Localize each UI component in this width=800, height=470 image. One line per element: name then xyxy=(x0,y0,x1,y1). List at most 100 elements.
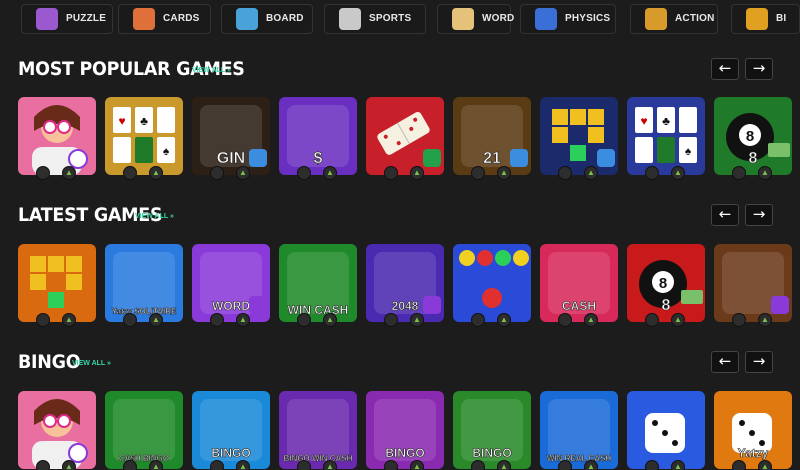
game-thumbnail[interactable] xyxy=(18,97,96,175)
android-icon[interactable]: ▲ xyxy=(62,166,76,180)
game-thumbnail[interactable]: BINGO WIN CASH xyxy=(279,391,357,469)
android-icon[interactable]: ▲ xyxy=(323,460,337,470)
game-thumbnail[interactable]: BINGO xyxy=(453,391,531,469)
android-icon[interactable]: ▲ xyxy=(497,460,511,470)
game-tile[interactable]: BINGO ▲ xyxy=(192,391,270,470)
category-word[interactable]: WORD xyxy=(437,4,514,34)
game-tile[interactable]: ♥ ♣ ♠ ▲ xyxy=(627,97,705,189)
game-thumbnail[interactable]: Yatzy xyxy=(714,391,792,469)
game-tile[interactable]: $ ▲ xyxy=(279,97,357,189)
game-thumbnail[interactable]: CASH xyxy=(540,244,618,322)
prev-arrow-button[interactable]: ← xyxy=(711,204,739,226)
game-thumbnail[interactable]: BINGO xyxy=(192,391,270,469)
game-thumbnail[interactable]: 2048 xyxy=(366,244,444,322)
apple-icon[interactable] xyxy=(558,313,572,327)
game-tile[interactable]: ▲ xyxy=(627,391,705,470)
android-icon[interactable]: ▲ xyxy=(149,166,163,180)
android-icon[interactable]: ▲ xyxy=(758,166,772,180)
game-thumbnail[interactable]: WIN CASH xyxy=(279,244,357,322)
view-all-link[interactable]: VIEW ALL » xyxy=(192,67,231,74)
android-icon[interactable]: ▲ xyxy=(323,313,337,327)
game-thumbnail[interactable]: 8 8 xyxy=(627,244,705,322)
category-cards[interactable]: CARDS xyxy=(118,4,211,34)
apple-icon[interactable] xyxy=(123,460,137,470)
apple-icon[interactable] xyxy=(123,313,137,327)
android-icon[interactable]: ▲ xyxy=(410,313,424,327)
game-thumbnail[interactable] xyxy=(627,391,705,469)
android-icon[interactable]: ▲ xyxy=(149,313,163,327)
game-tile[interactable]: 8 8 ▲ xyxy=(627,244,705,336)
apple-icon[interactable] xyxy=(732,460,746,470)
game-tile[interactable]: ▲ xyxy=(366,97,444,189)
next-arrow-button[interactable]: → xyxy=(745,204,773,226)
apple-icon[interactable] xyxy=(210,460,224,470)
android-icon[interactable]: ▲ xyxy=(584,166,598,180)
game-tile[interactable]: WORD ▲ xyxy=(192,244,270,336)
game-tile[interactable]: ♥ ♣ ♠ ▲ xyxy=(105,97,183,189)
apple-icon[interactable] xyxy=(210,166,224,180)
android-icon[interactable]: ▲ xyxy=(584,460,598,470)
android-icon[interactable]: ▲ xyxy=(62,313,76,327)
game-thumbnail[interactable] xyxy=(714,244,792,322)
apple-icon[interactable] xyxy=(558,460,572,470)
android-icon[interactable]: ▲ xyxy=(671,166,685,180)
apple-icon[interactable] xyxy=(645,313,659,327)
android-icon[interactable]: ▲ xyxy=(236,460,250,470)
game-tile[interactable]: GIN ▲ xyxy=(192,97,270,189)
view-all-link[interactable]: VIEW ALL » xyxy=(135,213,174,220)
apple-icon[interactable] xyxy=(123,166,137,180)
game-tile[interactable]: ▲ xyxy=(714,244,792,336)
apple-icon[interactable] xyxy=(297,313,311,327)
android-icon[interactable]: ▲ xyxy=(758,313,772,327)
game-tile[interactable]: BINGO ▲ xyxy=(366,391,444,470)
game-thumbnail[interactable] xyxy=(366,97,444,175)
category-sports[interactable]: SPORTS xyxy=(324,4,426,34)
game-thumbnail[interactable]: GIN xyxy=(192,97,270,175)
next-arrow-button[interactable]: → xyxy=(745,58,773,80)
apple-icon[interactable] xyxy=(558,166,572,180)
game-tile[interactable]: ▲ xyxy=(540,97,618,189)
game-tile[interactable]: 2048 ▲ xyxy=(366,244,444,336)
android-icon[interactable]: ▲ xyxy=(758,460,772,470)
game-tile[interactable]: ▲ xyxy=(18,97,96,189)
game-thumbnail[interactable]: ♥ ♣ ♠ xyxy=(105,97,183,175)
android-icon[interactable]: ▲ xyxy=(671,460,685,470)
apple-icon[interactable] xyxy=(471,460,485,470)
apple-icon[interactable] xyxy=(297,166,311,180)
game-thumbnail[interactable] xyxy=(18,244,96,322)
game-thumbnail[interactable]: Yatzy SOLITAIRE xyxy=(105,244,183,322)
game-tile[interactable]: ▲ xyxy=(453,244,531,336)
android-icon[interactable]: ▲ xyxy=(149,460,163,470)
android-icon[interactable]: ▲ xyxy=(323,166,337,180)
android-icon[interactable]: ▲ xyxy=(410,166,424,180)
android-icon[interactable]: ▲ xyxy=(236,166,250,180)
view-all-link[interactable]: VIEW ALL » xyxy=(72,360,111,367)
android-icon[interactable]: ▲ xyxy=(497,313,511,327)
apple-icon[interactable] xyxy=(36,313,50,327)
apple-icon[interactable] xyxy=(471,313,485,327)
game-tile[interactable]: Yatzy ▲ xyxy=(714,391,792,470)
game-thumbnail[interactable]: 21 xyxy=(453,97,531,175)
game-tile[interactable]: Yatzy SOLITAIRE ▲ xyxy=(105,244,183,336)
game-thumbnail[interactable]: WIN REAL CASH xyxy=(540,391,618,469)
game-thumbnail[interactable]: ♥ ♣ ♠ xyxy=(627,97,705,175)
game-thumbnail[interactable]: BINGO xyxy=(366,391,444,469)
category-board[interactable]: BOARD xyxy=(221,4,313,34)
apple-icon[interactable] xyxy=(645,166,659,180)
android-icon[interactable]: ▲ xyxy=(671,313,685,327)
android-icon[interactable]: ▲ xyxy=(62,460,76,470)
apple-icon[interactable] xyxy=(210,313,224,327)
game-tile[interactable]: ▲ xyxy=(18,244,96,336)
game-thumbnail[interactable] xyxy=(453,244,531,322)
apple-icon[interactable] xyxy=(384,313,398,327)
game-tile[interactable]: BINGO ▲ xyxy=(453,391,531,470)
apple-icon[interactable] xyxy=(36,166,50,180)
game-tile[interactable]: 8 8 ▲ xyxy=(714,97,792,189)
next-arrow-button[interactable]: → xyxy=(745,351,773,373)
category-physics[interactable]: PHYSICS xyxy=(520,4,616,34)
apple-icon[interactable] xyxy=(297,460,311,470)
apple-icon[interactable] xyxy=(732,313,746,327)
android-icon[interactable]: ▲ xyxy=(497,166,511,180)
prev-arrow-button[interactable]: ← xyxy=(711,351,739,373)
apple-icon[interactable] xyxy=(645,460,659,470)
